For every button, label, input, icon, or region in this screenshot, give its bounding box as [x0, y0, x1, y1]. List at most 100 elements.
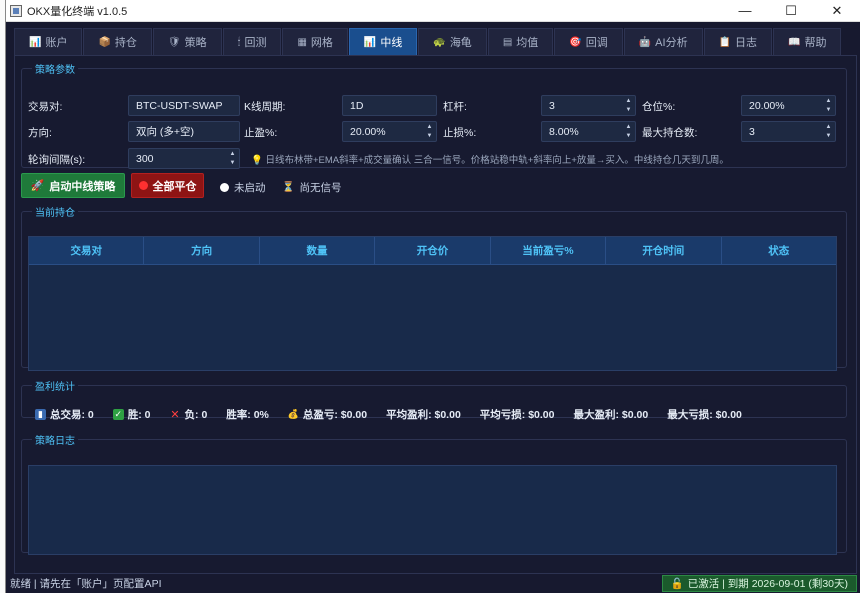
- target-icon: 🎯: [569, 36, 582, 48]
- close-button[interactable]: ✕: [814, 0, 860, 22]
- strategy-params-group: 策略参数 交易对: BTC-USDT-SWAP K线周期: 1D 杠杆: 3 ▲ ▼…: [21, 61, 847, 169]
- stop-loss-spinbox[interactable]: 8.00% ▲ ▼: [541, 121, 636, 142]
- pnl-stats-group: 盈利统计 ▮ 总交易: 0 ✓ 胜: 0 ✕ 负: 0 胜率: 0% 💰 总盈亏: $0…: [21, 378, 847, 421]
- strategy-hint: 💡 日线布林带+EMA斜率+成交量确认 三合一信号。价格站稳中轨+斜率向上+放量…: [251, 155, 729, 166]
- money-bag-icon: 💰: [287, 409, 299, 419]
- run-status: 未启动: [220, 180, 266, 195]
- tab-bar: 📊 账户 📦 持仓 🛡 策略 🕯 回测 ▦ 网格 📊 中线 🐢 海龟 ▤ 均值 🎯 回调 🤖 AI分…: [14, 28, 860, 55]
- spin-arrows-icon[interactable]: ▲ ▼: [824, 97, 833, 114]
- leverage-label: 杠杆:: [443, 101, 467, 113]
- book-icon: 📖: [788, 36, 801, 48]
- column-header[interactable]: 方向: [144, 237, 260, 264]
- rocket-icon: 🚀: [30, 180, 45, 192]
- take-profit-label: 止盈%:: [244, 127, 278, 139]
- stop-loss-label: 止损%:: [443, 127, 477, 139]
- minimize-button[interactable]: —: [722, 0, 768, 22]
- max-loss-stat: 最大亏损: $0.00: [667, 409, 742, 421]
- column-header[interactable]: 数量: [260, 237, 376, 264]
- tab-help[interactable]: 📖 帮助: [773, 28, 842, 55]
- total-trades-stat: ▮ 总交易: 0: [35, 407, 94, 422]
- position-pct-label: 仓位%:: [642, 101, 676, 113]
- max-positions-spinbox[interactable]: 3 ▲ ▼: [741, 121, 836, 142]
- position-pct-spinbox[interactable]: 20.00% ▲ ▼: [741, 95, 836, 116]
- max-profit-stat: 最大盈利: $0.00: [573, 409, 649, 421]
- pnl-stats-row: ▮ 总交易: 0 ✓ 胜: 0 ✕ 负: 0 胜率: 0% 💰 总盈亏: $0.00 平…: [35, 407, 761, 422]
- spin-arrows-icon[interactable]: ▲ ▼: [425, 123, 434, 140]
- spin-arrows-icon[interactable]: ▲ ▼: [624, 123, 633, 140]
- grid-icon: ▦: [297, 36, 307, 48]
- red-circle-icon: [138, 181, 148, 190]
- tab-ai-analysis[interactable]: 🤖 AI分析: [623, 28, 703, 55]
- avg-profit-stat: 平均盈利: $0.00: [386, 409, 461, 421]
- status-message: 就绪 | 请先在「账户」页配置API: [10, 578, 162, 590]
- column-header[interactable]: 开仓价: [375, 237, 491, 264]
- column-header[interactable]: 开仓时间: [606, 237, 722, 264]
- positions-group: 当前持仓 交易对 方向 数量 开仓价 当前盈亏% 开仓时间 状态: [21, 204, 847, 371]
- app-icon: [10, 4, 22, 17]
- tab-log[interactable]: 📋 日志: [703, 28, 773, 55]
- interval-spinbox[interactable]: 300 ▲ ▼: [128, 148, 240, 169]
- positions-legend: 当前持仓: [35, 208, 75, 219]
- robot-icon: 🤖: [638, 36, 652, 48]
- tab-midterm[interactable]: 📊 中线: [348, 28, 418, 55]
- column-header[interactable]: 交易对: [29, 237, 145, 264]
- white-circle-icon: [220, 183, 229, 192]
- losses-stat: ✕ 负: 0: [170, 409, 208, 421]
- spin-arrows-icon[interactable]: ▲ ▼: [824, 123, 833, 140]
- start-strategy-button[interactable]: 🚀 启动中线策略: [21, 173, 125, 198]
- shield-icon: 🛡: [167, 36, 181, 48]
- bars-icon: ▤: [502, 36, 513, 48]
- win-rate-stat: 胜率: 0%: [226, 409, 269, 421]
- app-window: OKX量化终端 v1.0.5 — ☐ ✕ 📊 账户 📦 持仓 🛡 策略 🕯 回测 ▦ 网格…: [5, 0, 860, 593]
- positions-table-header: 交易对 方向 数量 开仓价 当前盈亏% 开仓时间 状态: [29, 237, 836, 265]
- close-all-button[interactable]: 全部平仓: [131, 173, 204, 198]
- window-title: OKX量化终端 v1.0.5: [27, 5, 128, 18]
- title-bar: OKX量化终端 v1.0.5 — ☐ ✕: [6, 0, 860, 22]
- tab-strategy[interactable]: 🛡 策略: [152, 28, 222, 55]
- direction-label: 方向:: [28, 127, 52, 139]
- max-positions-label: 最大持仓数:: [642, 127, 698, 139]
- take-profit-spinbox[interactable]: 20.00% ▲ ▼: [342, 121, 437, 142]
- spin-arrows-icon[interactable]: ▲ ▼: [228, 150, 237, 167]
- clipboard-icon: 📋: [718, 36, 732, 48]
- strategy-log-textarea[interactable]: [28, 465, 837, 555]
- box-icon: 📦: [98, 36, 111, 48]
- cross-icon: ✕: [170, 409, 180, 421]
- kline-select[interactable]: 1D: [342, 95, 437, 116]
- maximize-button[interactable]: ☐: [768, 0, 814, 22]
- lock-icon: 🔓: [670, 578, 684, 590]
- pnl-stats-legend: 盈利统计: [35, 382, 75, 393]
- tab-turtle[interactable]: 🐢 海龟: [418, 28, 487, 55]
- spin-arrows-icon[interactable]: ▲ ▼: [624, 97, 633, 114]
- check-icon: ✓: [112, 409, 124, 420]
- chart-icon: 📊: [29, 36, 42, 48]
- hourglass-icon: ⏳: [282, 182, 295, 193]
- tab-grid[interactable]: ▦ 网格: [282, 28, 348, 55]
- interval-label: 轮询间隔(s):: [28, 154, 86, 166]
- leverage-spinbox[interactable]: 3 ▲ ▼: [541, 95, 636, 116]
- total-pnl-stat: 💰 总盈亏: $0.00: [287, 409, 368, 421]
- candle-icon: 🕯: [237, 36, 241, 48]
- positions-table[interactable]: 交易对 方向 数量 开仓价 当前盈亏% 开仓时间 状态: [28, 236, 837, 371]
- strategy-log-group: 策略日志: [21, 432, 847, 555]
- wins-stat: ✓ 胜: 0: [112, 409, 151, 421]
- strategy-log-legend: 策略日志: [35, 436, 75, 447]
- tab-backtest[interactable]: 🕯 回测: [222, 28, 282, 55]
- activation-badge: 🔓 已激活 | 到期 2026-09-01 (剩30天): [661, 575, 857, 592]
- tab-pullback[interactable]: 🎯 回调: [554, 28, 623, 55]
- direction-select[interactable]: 双向 (多+空): [128, 121, 240, 142]
- lightbulb-icon: 💡: [251, 155, 263, 166]
- tab-positions[interactable]: 📦 持仓: [83, 28, 152, 55]
- tab-account[interactable]: 📊 账户: [14, 28, 83, 55]
- midterm-strategy-panel: 策略参数 交易对: BTC-USDT-SWAP K线周期: 1D 杠杆: 3 ▲ ▼…: [14, 55, 857, 574]
- strategy-params-legend: 策略参数: [35, 65, 75, 76]
- column-header[interactable]: 当前盈亏%: [491, 237, 607, 264]
- kline-label: K线周期:: [244, 101, 286, 113]
- pair-select[interactable]: BTC-USDT-SWAP: [128, 95, 240, 116]
- signal-status: ⏳ 尚无信号: [282, 182, 342, 194]
- chart-icon: 📊: [363, 36, 377, 48]
- tab-mean[interactable]: ▤ 均值: [487, 28, 554, 55]
- avg-loss-stat: 平均亏损: $0.00: [479, 409, 555, 421]
- column-header[interactable]: 状态: [722, 237, 836, 264]
- bar-chart-icon: ▮: [35, 409, 46, 420]
